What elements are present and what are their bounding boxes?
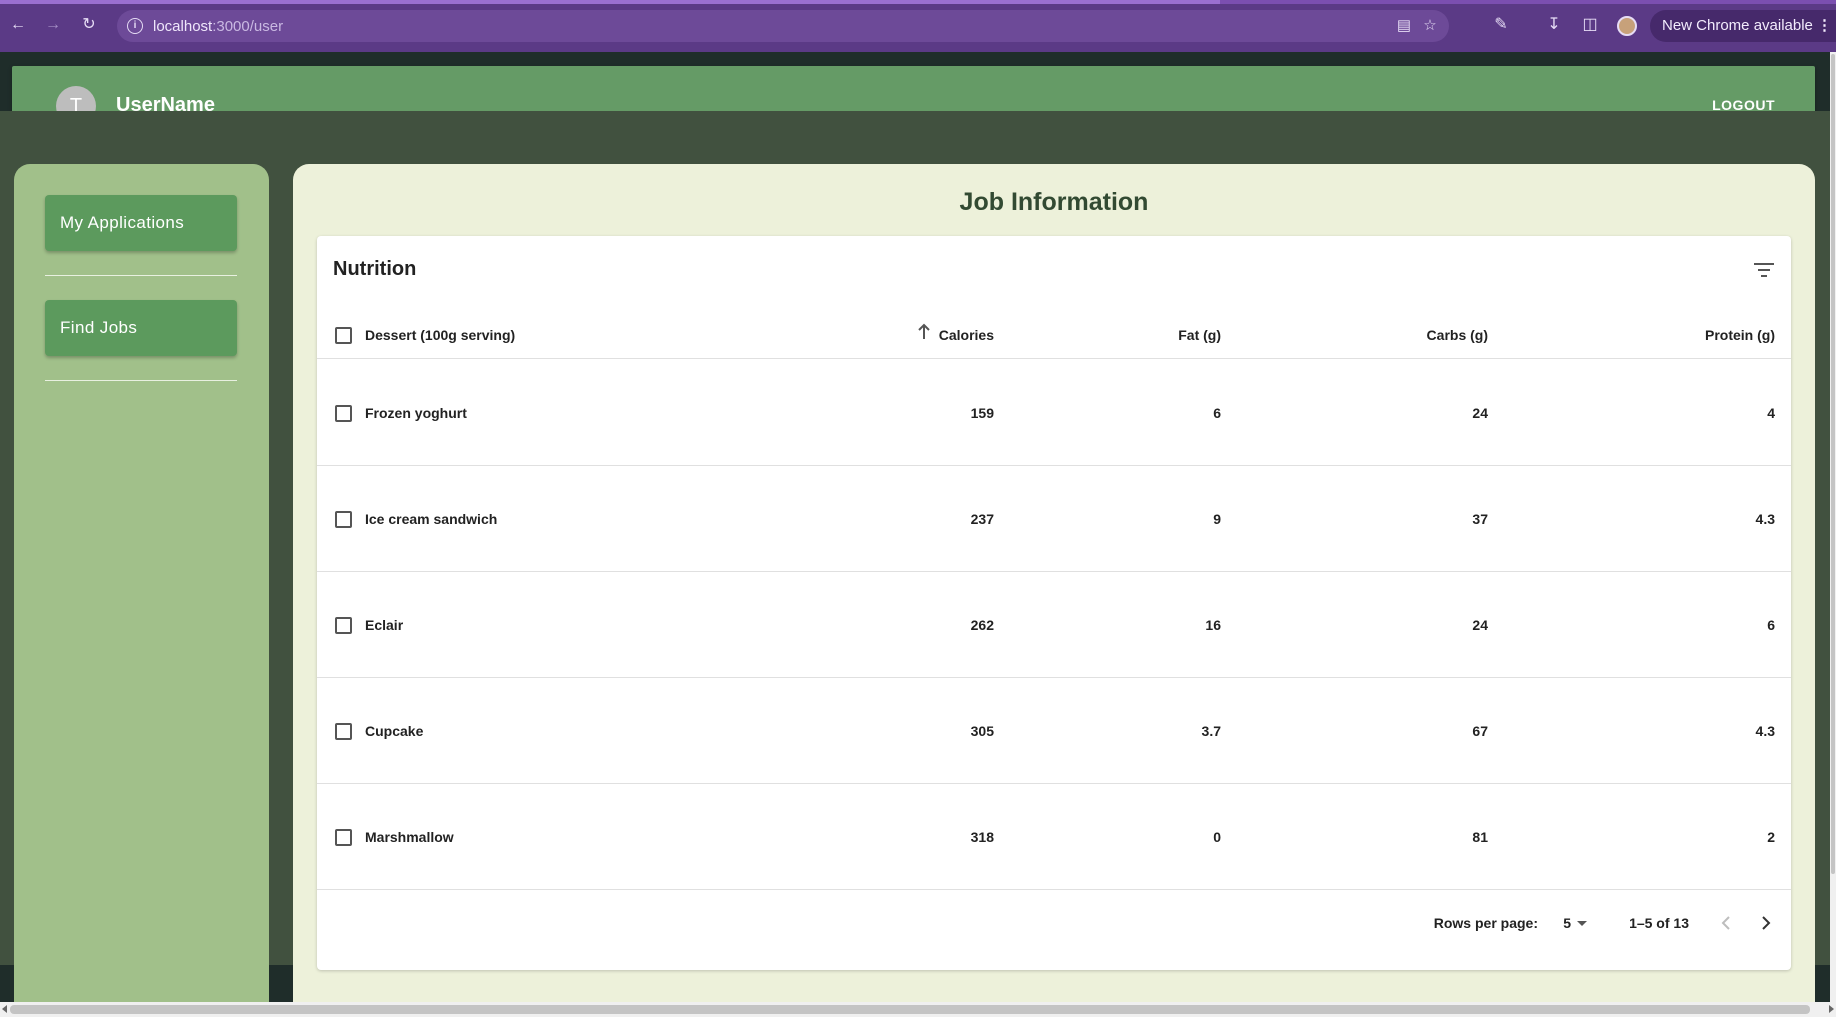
main-panel: Job Information Nutrition Dessert (100g … [293,164,1815,1004]
dessert-name: Eclair [365,617,404,633]
table-header-row: Dessert (100g serving) Calories Fat (g) … [317,310,1791,359]
new-chrome-label: New Chrome available [1662,17,1813,34]
scroll-left-arrow-icon[interactable] [2,1005,7,1013]
carbs-value: 24 [1472,617,1488,633]
column-header-carbs[interactable]: Carbs (g) [1427,327,1488,343]
row-checkbox[interactable] [335,617,352,634]
previous-page-chevron-icon[interactable] [1714,911,1738,935]
fat-value: 16 [1205,617,1221,633]
carbs-value: 24 [1472,405,1488,421]
filter-list-icon[interactable] [1753,260,1775,280]
table-row[interactable]: Marshmallow 318 0 81 2 [317,784,1791,890]
dessert-name: Cupcake [365,723,424,739]
row-checkbox[interactable] [335,511,352,528]
protein-value: 2 [1767,829,1775,845]
vertical-scrollbar[interactable] [1830,52,1836,1002]
download-icon[interactable]: ↧ [1544,15,1564,35]
site-info-icon[interactable]: i [127,18,143,34]
column-header-protein[interactable]: Protein (g) [1705,327,1775,343]
new-chrome-available-button[interactable]: New Chrome available ⋮ [1650,10,1836,42]
fat-value: 0 [1213,829,1221,845]
protein-value: 6 [1767,617,1775,633]
horizontal-scrollbar[interactable] [0,1002,1836,1017]
install-app-icon[interactable]: ▤ [1395,17,1413,35]
sidebar-divider [45,275,237,276]
table-title: Nutrition [333,258,417,280]
table-row[interactable]: Frozen yoghurt 159 6 24 4 [317,360,1791,466]
sidebar-item-my-applications[interactable]: My Applications [45,195,237,251]
page-range-label: 1–5 of 13 [1629,915,1689,931]
fat-value: 6 [1213,405,1221,421]
calories-value: 237 [970,511,994,527]
dropdown-caret-icon[interactable] [1577,921,1587,926]
carbs-value: 37 [1472,511,1488,527]
reload-icon[interactable]: ↻ [78,14,100,36]
fat-value: 3.7 [1201,723,1221,739]
row-checkbox[interactable] [335,829,352,846]
column-header-fat[interactable]: Fat (g) [1178,327,1221,343]
column-header-calories[interactable]: Calories [939,327,994,343]
bookmark-star-icon[interactable]: ☆ [1421,17,1439,35]
column-header-dessert[interactable]: Dessert (100g serving) [365,327,515,343]
calories-value: 262 [970,617,994,633]
sort-ascending-arrow-icon[interactable] [917,323,931,341]
protein-value: 4.3 [1755,511,1775,527]
dessert-name: Ice cream sandwich [365,511,498,527]
profile-avatar[interactable] [1617,16,1637,36]
calories-value: 318 [970,829,994,845]
sidebar-item-find-jobs[interactable]: Find Jobs [45,300,237,356]
back-arrow-icon[interactable]: ← [7,14,29,36]
dessert-name: Marshmallow [365,829,454,845]
calories-value: 159 [970,405,994,421]
carbs-value: 67 [1472,723,1488,739]
table-row[interactable]: Eclair 262 16 24 6 [317,572,1791,678]
table-row[interactable]: Ice cream sandwich 237 9 37 4.3 [317,466,1791,572]
nutrition-table-card: Nutrition Dessert (100g serving) Calorie… [317,236,1791,970]
table-row[interactable]: Cupcake 305 3.7 67 4.3 [317,678,1791,784]
menu-dots-icon[interactable]: ⋮ [1817,10,1832,42]
side-panel-icon[interactable]: ◫ [1580,15,1600,35]
rows-per-page-label: Rows per page: [1433,915,1538,931]
url-path: :3000/user [212,18,284,35]
fat-value: 9 [1213,511,1221,527]
active-tab-indicator [0,0,1220,4]
sidebar-divider [45,380,237,381]
forward-arrow-icon[interactable]: → [42,14,64,36]
horizontal-scrollbar-thumb[interactable] [10,1005,1810,1014]
browser-toolbar: ← → ↻ i localhost:3000/user ▤ ☆ ✎ ↧ ◫ Ne… [0,0,1836,52]
calories-value: 305 [970,723,994,739]
row-checkbox[interactable] [335,405,352,422]
next-page-chevron-icon[interactable] [1754,911,1778,935]
page-title: Job Information [959,188,1149,216]
sidebar: My Applications Find Jobs [14,164,269,1004]
protein-value: 4.3 [1755,723,1775,739]
url-host: localhost [153,18,213,35]
vertical-scrollbar-thumb[interactable] [1831,54,1835,874]
dessert-name: Frozen yoghurt [365,405,467,421]
extensions-icon[interactable]: ✎ [1491,15,1511,35]
carbs-value: 81 [1472,829,1488,845]
select-all-checkbox[interactable] [335,327,352,344]
table-pagination: Rows per page: 5 1–5 of 13 [317,899,1791,949]
row-checkbox[interactable] [335,723,352,740]
protein-value: 4 [1767,405,1775,421]
address-bar[interactable]: i localhost:3000/user ▤ ☆ [117,10,1449,42]
scroll-right-arrow-icon[interactable] [1829,1005,1834,1013]
url-text[interactable]: localhost:3000/user [153,18,283,35]
